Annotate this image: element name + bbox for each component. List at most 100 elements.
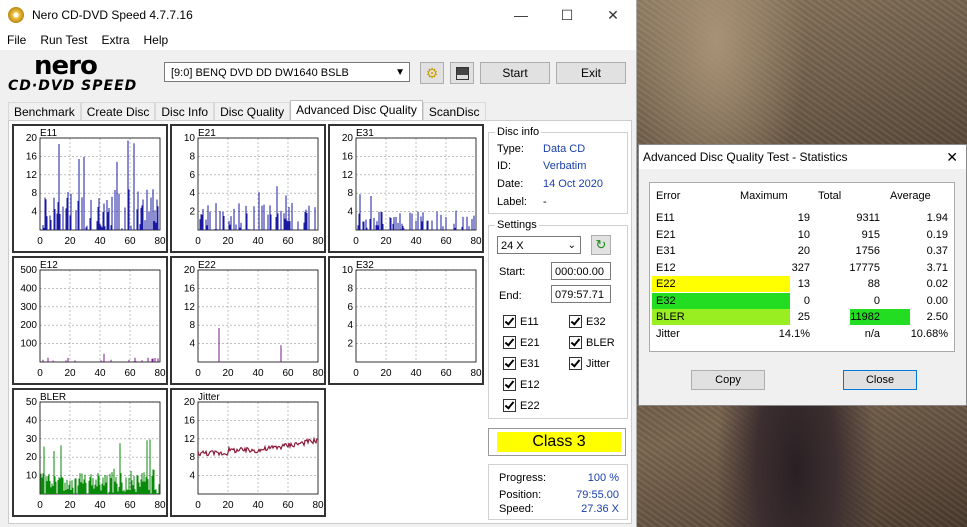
tab-disc-info[interactable]: Disc Info — [155, 102, 215, 122]
x-tick-label: 80 — [154, 500, 166, 511]
nero-logo: nero CD·DVD SPEED — [8, 51, 138, 94]
tab-scandisc[interactable]: ScanDisc — [422, 102, 486, 122]
cell-max: 14.1% — [778, 327, 810, 340]
tab-create-disc[interactable]: Create Disc — [80, 102, 156, 122]
close-icon[interactable]: ✕ — [946, 149, 958, 166]
checkbox-e11[interactable]: E11 — [503, 315, 539, 328]
position-value: 79:55.00 — [576, 489, 619, 501]
menu-file[interactable]: File — [0, 33, 33, 47]
cell-max: 0 — [803, 294, 810, 307]
window-title: Nero CD-DVD Speed 4.7.7.16 — [32, 8, 193, 22]
x-tick-label: 0 — [195, 368, 201, 379]
checkbox-jitter[interactable]: Jitter — [569, 357, 610, 370]
cell-error: E31 — [656, 245, 676, 257]
y-tick-label: 4 — [189, 339, 195, 350]
menu-bar: File Run Test Extra Help — [0, 30, 636, 50]
start-label: Start: — [499, 266, 526, 278]
cell-error: BLER — [656, 311, 685, 323]
menu-help[interactable]: Help — [137, 33, 176, 47]
x-tick-label: 40 — [94, 236, 106, 247]
minimize-button[interactable]: — — [498, 0, 544, 30]
table-row: Jitter 14.1% n/a 10.68% — [650, 326, 954, 344]
refresh-button[interactable]: ↻ — [591, 235, 611, 255]
table-row: E31 20 1756 0.37 — [650, 243, 954, 261]
y-tick-label: 200 — [20, 320, 37, 331]
maximize-button[interactable]: ☐ — [544, 0, 590, 30]
x-tick-label: 20 — [64, 368, 76, 379]
drive-info-button[interactable]: ⚙ — [420, 62, 444, 84]
end-label: End: — [499, 290, 522, 302]
chart-e31: E31 20 16 12 8 4 0 20 40 60 80 — [328, 124, 484, 253]
y-tick-label: 12 — [26, 170, 38, 181]
menu-extra[interactable]: Extra — [94, 33, 136, 47]
position-label: Position: — [499, 489, 542, 501]
y-tick-label: 20 — [184, 265, 196, 276]
checkbox-e12[interactable]: E12 — [503, 378, 540, 391]
y-tick-label: 20 — [184, 397, 196, 408]
toolbar: nero CD·DVD SPEED [9:0] BENQ DVD DD DW16… — [0, 50, 636, 100]
y-tick-label: 2 — [347, 339, 353, 350]
chart-e12: E12 500 400 300 200 100 0 20 40 60 80 — [12, 256, 168, 385]
start-field[interactable]: 000:00.00 — [551, 262, 611, 280]
y-tick-label: 16 — [342, 151, 354, 162]
label-label: Label: — [497, 196, 527, 208]
disc-info-group: Disc info Type: Data CD ID: Verbatim Dat… — [488, 126, 628, 214]
checkbox-e32[interactable]: E32 — [569, 315, 606, 328]
checkbox-e21[interactable]: E21 — [503, 336, 540, 349]
cell-error: E12 — [656, 261, 676, 274]
x-tick-label: 40 — [94, 500, 106, 511]
x-tick-label: 60 — [124, 500, 136, 511]
menu-run-test[interactable]: Run Test — [33, 33, 94, 47]
tab-disc-quality[interactable]: Disc Quality — [214, 102, 291, 122]
save-button[interactable] — [450, 62, 474, 84]
close-button[interactable]: Close — [843, 370, 917, 390]
x-tick-label: 80 — [470, 236, 482, 247]
close-button[interactable]: ✕ — [590, 0, 636, 30]
cell-avg: 1.94 — [926, 212, 948, 224]
table-row: E12 327 17775 3.71 — [650, 260, 954, 278]
checkbox-e22[interactable]: E22 — [503, 399, 540, 412]
y-tick-label: 8 — [347, 283, 353, 294]
progress-value: 100 % — [587, 472, 619, 484]
x-tick-label: 0 — [37, 368, 43, 379]
settings-caption: Settings — [495, 219, 539, 231]
cell-max: 327 — [791, 261, 810, 274]
statistics-title: Advanced Disc Quality Test - Statistics — [643, 150, 848, 164]
y-tick-label: 10 — [26, 471, 38, 482]
x-tick-label: 0 — [195, 500, 201, 511]
checkbox-e31[interactable]: E31 — [503, 357, 540, 370]
drive-select[interactable]: [9:0] BENQ DVD DD DW1640 BSLB ▼ — [164, 62, 410, 82]
exit-button[interactable]: Exit — [556, 62, 626, 84]
copy-button[interactable]: Copy — [691, 370, 765, 390]
y-tick-label: 4 — [189, 471, 195, 482]
chart-title: E11 — [40, 128, 57, 139]
table-row: BLER 25 11982 2.50 — [650, 309, 954, 327]
x-tick-label: 60 — [440, 368, 452, 379]
x-tick-label: 20 — [222, 368, 234, 379]
cell-max: 25 — [797, 311, 810, 323]
table-header: Error Maximum Total Average — [656, 190, 931, 202]
tab-benchmark[interactable]: Benchmark — [8, 102, 81, 122]
chart-e22: E22 20 16 12 8 4 0 20 40 60 80 — [170, 256, 326, 385]
chart-e32: E32 10 8 6 4 2 0 20 40 60 80 — [328, 256, 484, 385]
cell-avg: 2.50 — [926, 311, 948, 323]
y-tick-label: 12 — [184, 302, 196, 313]
tab-advanced-disc-quality[interactable]: Advanced Disc Quality — [290, 100, 423, 122]
x-tick-label: 0 — [353, 236, 359, 247]
y-tick-label: 12 — [184, 434, 196, 445]
x-tick-label: 80 — [312, 500, 324, 511]
table-row: E21 10 915 0.19 — [650, 227, 954, 245]
checkbox-bler[interactable]: BLER — [569, 336, 615, 349]
tab-bar: Benchmark Create Disc Disc Info Disc Qua… — [8, 100, 486, 122]
y-tick-label: 10 — [184, 133, 196, 144]
end-field[interactable]: 079:57.71 — [551, 285, 611, 303]
speed-select[interactable]: 24 X ⌄ — [497, 236, 581, 254]
refresh-icon: ↻ — [595, 237, 607, 252]
start-button[interactable]: Start — [480, 62, 550, 84]
y-tick-label: 16 — [184, 415, 196, 426]
type-label: Type: — [497, 143, 524, 155]
y-tick-label: 8 — [189, 320, 195, 331]
y-tick-label: 2 — [189, 207, 195, 218]
cell-total: 1756 — [855, 245, 880, 257]
x-tick-label: 40 — [252, 368, 264, 379]
